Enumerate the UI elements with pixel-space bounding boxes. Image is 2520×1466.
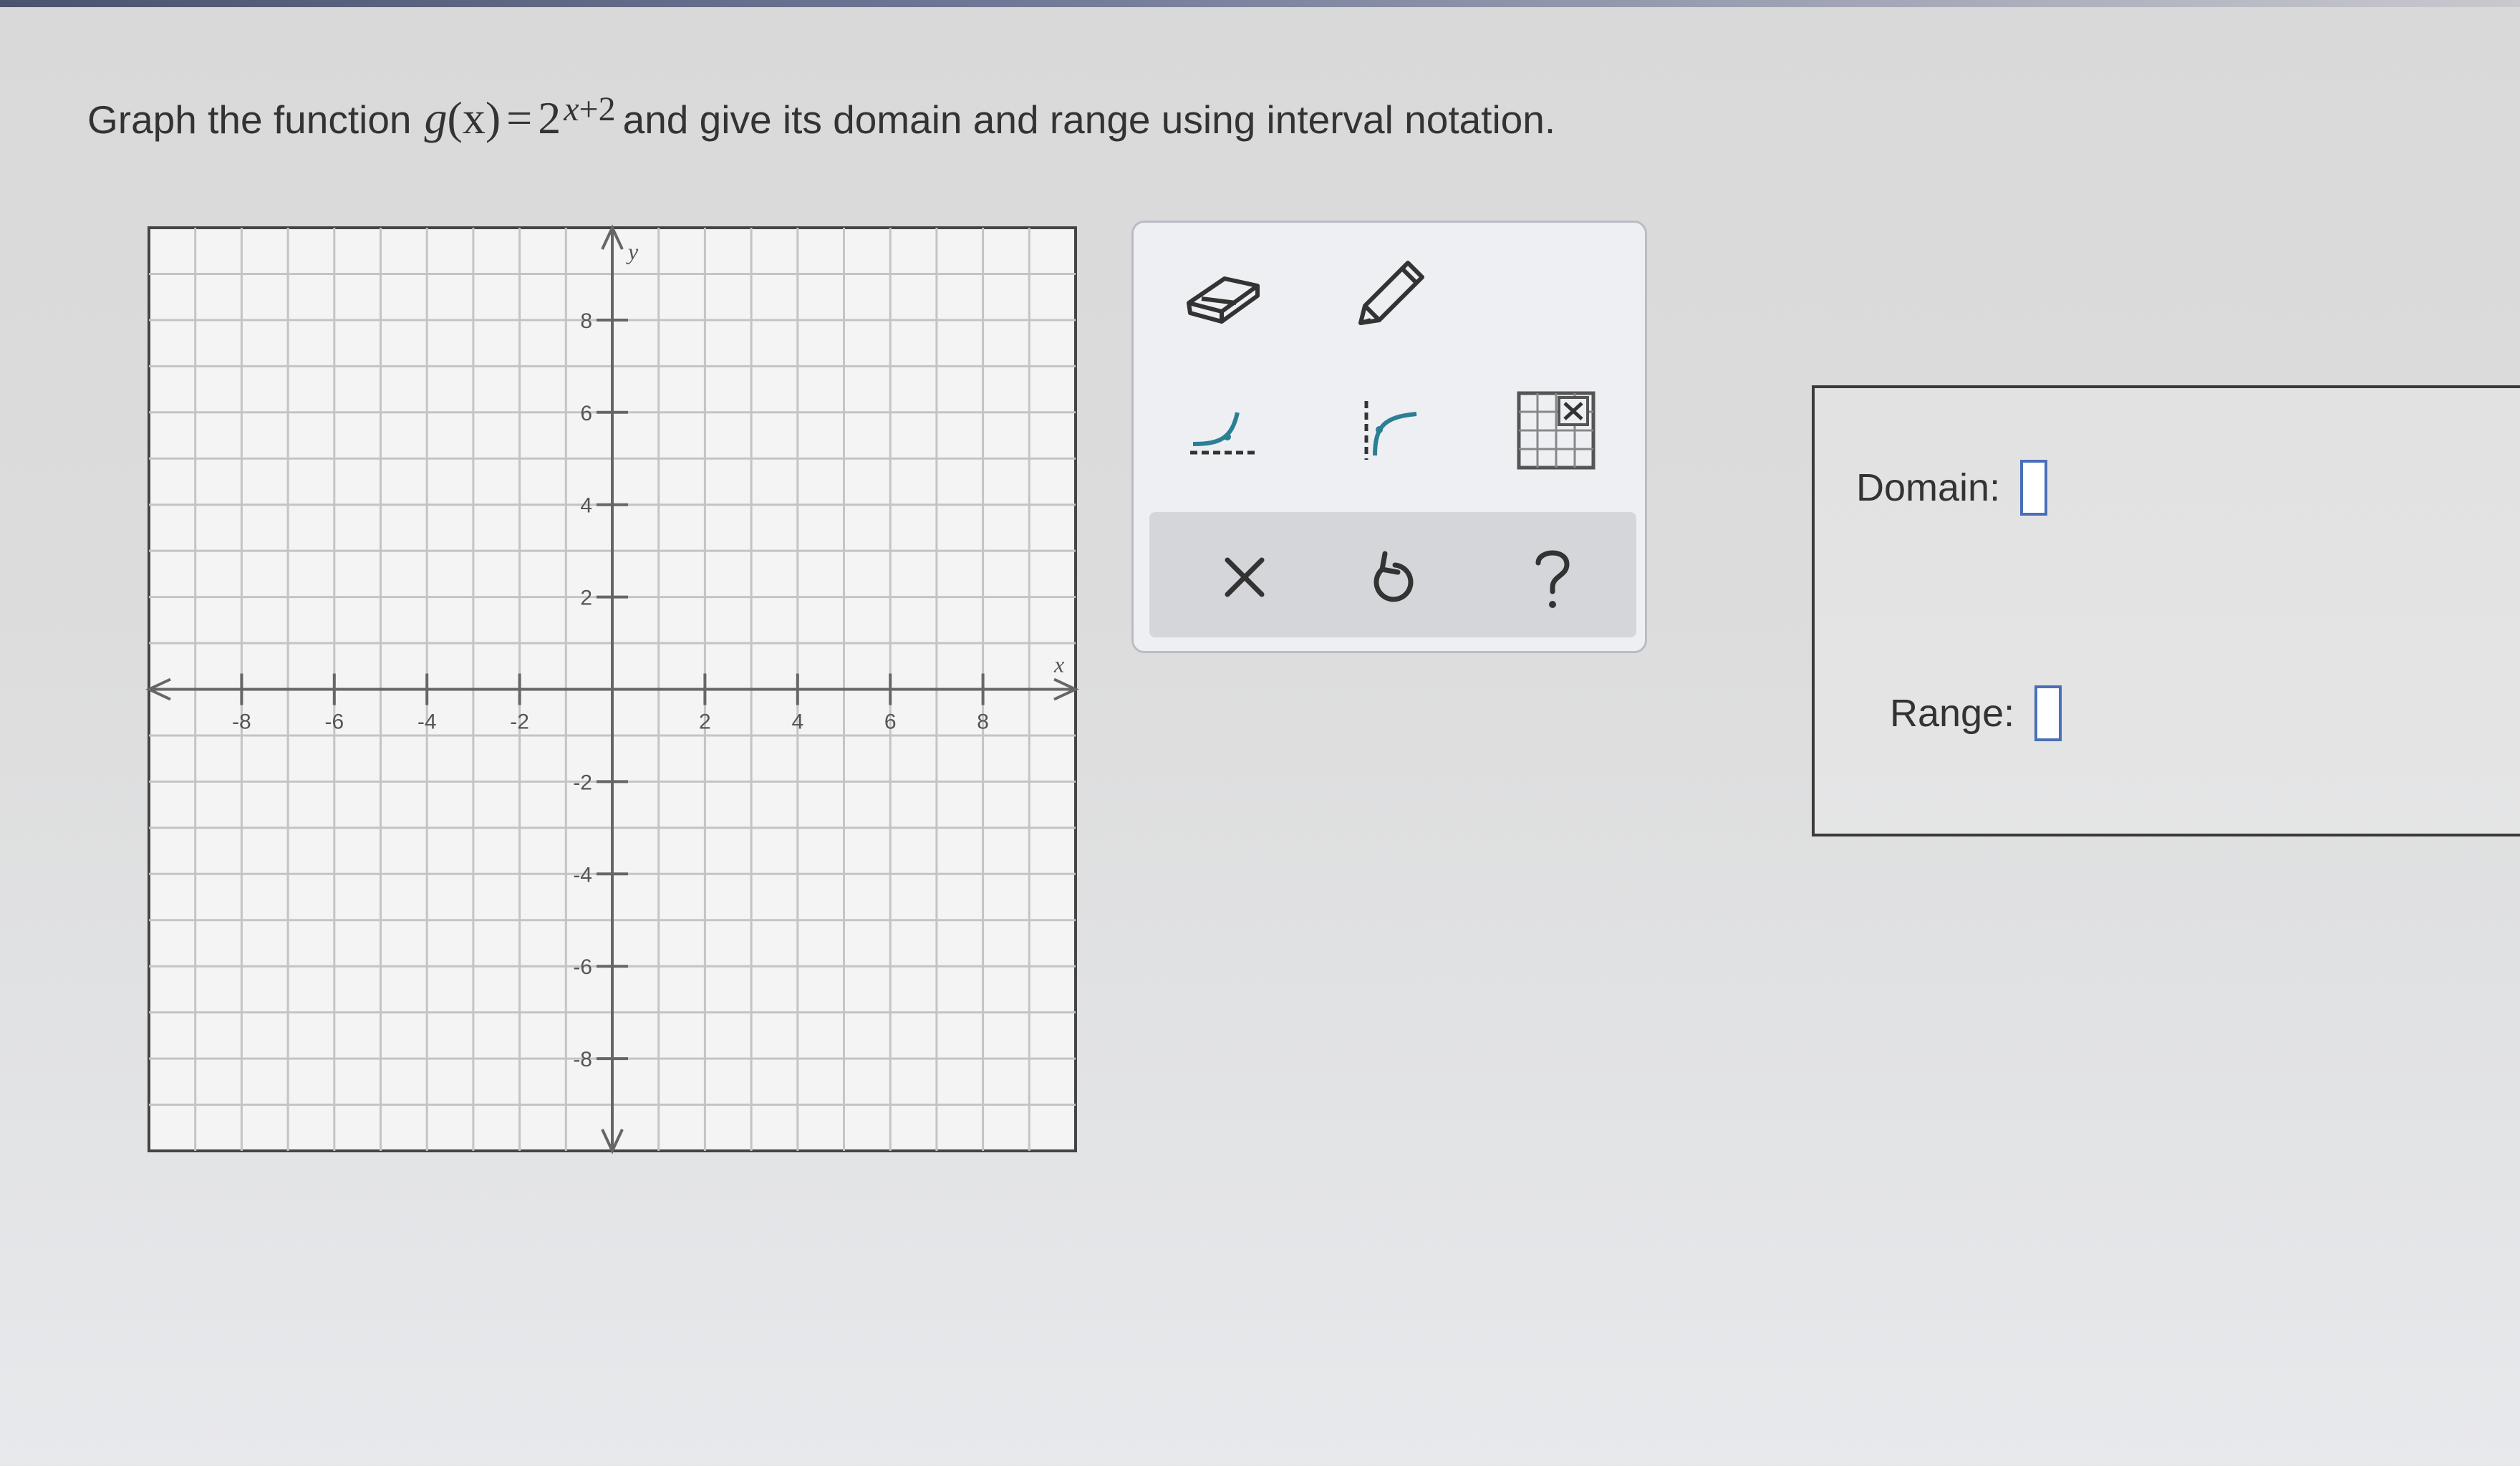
- y-tick-label: 6: [580, 402, 592, 425]
- browser-top-strip: [0, 0, 2520, 7]
- equals-sign: =: [506, 92, 533, 143]
- y-tick-label: -4: [573, 863, 592, 887]
- y-tick-label: -2: [573, 771, 592, 794]
- logarithmic-curve-icon: [1364, 401, 1417, 460]
- no-solution-grid-icon: [1517, 391, 1595, 470]
- y-tick-label: -6: [573, 955, 592, 979]
- y-axis-label: y: [626, 238, 639, 264]
- exponent-variable: x: [564, 90, 579, 128]
- no-solution-tool-button[interactable]: [1510, 387, 1603, 473]
- question-suffix: and give its domain and range using inte…: [622, 97, 1556, 142]
- x-tick-label: 8: [977, 710, 989, 734]
- eraser-tool-button[interactable]: [1177, 255, 1270, 334]
- function-expression: g (x) = 2 x+2: [424, 90, 616, 145]
- function-name: g: [424, 92, 448, 143]
- x-tick-label: 2: [699, 710, 711, 734]
- graph-tool-panel: [1131, 221, 1647, 653]
- answer-box: Domain: Range:: [1812, 385, 2520, 836]
- help-icon: [1535, 550, 1570, 608]
- domain-input[interactable]: [2020, 460, 2048, 516]
- x-tick-label: -2: [510, 710, 529, 734]
- eraser-icon: [1187, 276, 1260, 324]
- y-tick-label: 2: [580, 587, 592, 610]
- range-label: Range:: [1890, 692, 2015, 735]
- function-argument: (x): [447, 92, 501, 143]
- help-button[interactable]: [1506, 538, 1599, 617]
- domain-label: Domain:: [1856, 466, 2001, 509]
- function-base: 2: [538, 92, 561, 143]
- question-text: Graph the function g (x) = 2 x+2 and giv…: [87, 90, 1556, 145]
- exponential-tool-button[interactable]: [1177, 387, 1270, 466]
- y-tick-label: 4: [580, 494, 592, 518]
- graphing-area[interactable]: -8 -6 -4 -2 2 4 6 8 8 6 4 2 -2 -4 -6 -8 x y: [143, 222, 1081, 1157]
- x-tick-label: 6: [884, 710, 897, 734]
- x-tick-label: -6: [324, 710, 344, 734]
- close-icon: [1225, 557, 1265, 597]
- undo-icon: [1374, 551, 1414, 602]
- range-row: Range:: [1890, 685, 2062, 741]
- question-prefix: Graph the function: [87, 97, 412, 142]
- pencil-tool-button[interactable]: [1341, 251, 1434, 337]
- logarithmic-tool-button[interactable]: [1341, 387, 1434, 466]
- x-tick-label: -4: [417, 710, 437, 734]
- clear-button[interactable]: [1198, 538, 1291, 617]
- domain-row: Domain:: [1856, 460, 2048, 516]
- exponent-constant: +2: [579, 90, 616, 128]
- undo-button[interactable]: [1348, 538, 1442, 617]
- y-tick-label: -8: [573, 1048, 592, 1071]
- range-input[interactable]: [2034, 685, 2062, 741]
- function-exponent: x+2: [564, 90, 615, 129]
- x-tick-label: 4: [791, 710, 803, 734]
- y-tick-label: 8: [580, 309, 592, 333]
- coordinate-grid[interactable]: -8 -6 -4 -2 2 4 6 8 8 6 4 2 -2 -4 -6 -8 x y: [143, 222, 1081, 1157]
- exponential-curve-icon: [1190, 412, 1257, 455]
- x-axis-label: x: [1053, 652, 1064, 677]
- x-tick-label: -8: [232, 710, 251, 734]
- pencil-icon: [1358, 261, 1424, 325]
